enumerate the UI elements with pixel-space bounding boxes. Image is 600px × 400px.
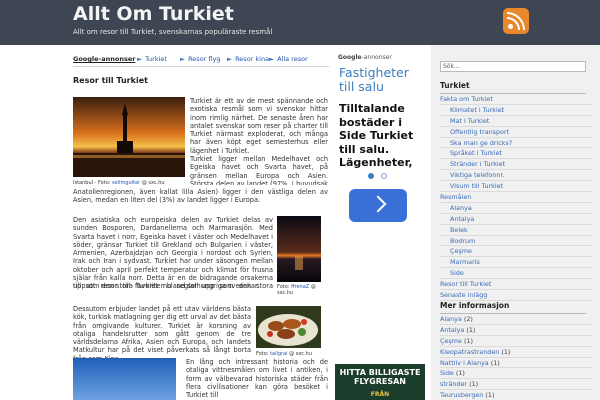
carousel-dot-active[interactable] (368, 173, 374, 179)
site-description: Allt om resor till Turkiet, svenskarnas … (73, 28, 273, 36)
tag-label[interactable]: Taurusbergen (440, 391, 483, 399)
tag-label[interactable]: Kleopatrastranden (440, 348, 499, 356)
sidebar-item[interactable]: Senaste inlägg (440, 290, 592, 301)
ad-block: Google-annonser Fastigheter till salu Ti… (335, 51, 425, 400)
sidebar-item[interactable]: Bodrum (440, 236, 592, 247)
ad-headline[interactable]: Fastigheter till salu (339, 66, 423, 94)
sidebar-item[interactable]: Visum till Turkiet (440, 181, 592, 193)
ad-link-turkiet[interactable]: ► Turkiet (137, 55, 167, 63)
sea-sunset-photo (277, 216, 321, 282)
ad-link-alla-resor[interactable]: ► Alla resor (269, 55, 308, 63)
tag-label[interactable]: Çeşme (440, 337, 462, 345)
sidebar-item[interactable]: Alanya (440, 203, 592, 214)
paragraph: Turkiet är ett av de mest spännande och … (190, 97, 328, 155)
sidebar-list-turkiet: Fakta om Turkiet Klimatet i Turkiet Mat i … (440, 94, 592, 301)
tag-label[interactable]: Side (440, 369, 454, 377)
sidebar-heading-mer-informasjon: Mer informasjon (440, 301, 510, 310)
tag-item[interactable]: stränder (1) (440, 379, 592, 391)
sidebar-item[interactable]: Resor till Turkiet (440, 279, 592, 291)
tag-count: (1) (501, 347, 511, 356)
photographer-link[interactable]: ffrenaZ (291, 284, 309, 290)
photo-caption: Foto: tallgrai @ sxc.hu (256, 351, 312, 357)
ad-links-bar: Google-annonser ► Turkiet ► Resor flyg ►… (73, 54, 328, 66)
tag-item[interactable]: Antalya (1) (440, 325, 592, 336)
sidebar-item[interactable]: Marmaris (440, 257, 592, 269)
sidebar-item[interactable]: Klimatet i Turkiet (440, 105, 592, 116)
tag-count: (1) (485, 391, 495, 400)
sidebar-item[interactable]: Belek (440, 225, 592, 236)
paragraph: Anatolienregionen, även kallat lilla Asi… (73, 188, 328, 205)
tag-count: (1) (463, 336, 473, 345)
tag-item[interactable]: Çeşme (1) (440, 336, 592, 347)
arrow-right-icon: ► (180, 55, 185, 63)
sidebar-item[interactable]: Resmålen (440, 192, 592, 203)
paragraph: Dessutom erbjuder landet på ett utav vär… (73, 305, 251, 363)
tag-count: (1) (490, 358, 500, 367)
sidebar-item[interactable]: Antalya (440, 214, 592, 225)
google-ads-label[interactable]: Google-annonser (73, 55, 135, 63)
ad-next-button[interactable] (349, 189, 407, 222)
tag-count: (2) (463, 315, 473, 323)
sidebar-item[interactable]: Çeşme (440, 246, 592, 258)
sidebar-item[interactable]: Viktiga telefonnr. (440, 170, 592, 182)
photographer-link[interactable]: tallgrai (270, 351, 288, 357)
arrow-right-icon: ► (269, 55, 274, 63)
sidebar-item[interactable]: Fakta om Turkiet (440, 94, 592, 105)
divider (73, 66, 329, 67)
tag-count: (1) (469, 380, 479, 389)
arrow-right-icon: ► (227, 55, 232, 63)
site-header: Allt Om Turkiet Allt om resor till Turki… (0, 0, 600, 45)
chevron-right-icon (369, 195, 387, 213)
tag-count: (1) (455, 369, 465, 378)
search-input[interactable]: Sök... (440, 61, 586, 72)
rss-icon[interactable] (503, 8, 529, 34)
left-gutter (0, 45, 63, 400)
tag-item[interactable]: Alanya (2) (440, 314, 592, 325)
sidebar-heading-turkiet: Turkiet (440, 81, 470, 90)
photographer-link[interactable]: selimgulter (112, 180, 140, 186)
sidebar-list-tags: Alanya (2) Antalya (1) Çeşme (1) Kleopatras… (440, 314, 592, 400)
tag-item[interactable]: Taurusbergen (1) (440, 390, 592, 400)
sky-photo (73, 358, 176, 400)
paragraph: Den asiatiska och europeiska delen av Tu… (73, 216, 273, 290)
tag-count: (1) (466, 325, 476, 334)
tag-label[interactable]: stränder (440, 380, 467, 388)
paragraph: En lång och intressant historia och de o… (186, 358, 328, 400)
carousel-dot[interactable] (381, 173, 387, 179)
ad-link-resor-kina[interactable]: ► Resor kina (227, 55, 269, 63)
tag-item[interactable]: Side (1) (440, 368, 592, 380)
arrow-right-icon: ► (137, 55, 142, 63)
sidebar-item[interactable]: Ska man ge dricks? (440, 138, 592, 149)
sidebar-item[interactable]: Stränder i Turkiet (440, 159, 592, 171)
sidebar-item[interactable]: Offentlig transport (440, 127, 592, 138)
google-ads-label[interactable]: Google-annonser (338, 54, 392, 61)
post-title[interactable]: Resor till Turkiet (73, 76, 148, 85)
paragraph: Turkiet ligger mellan Medelhavet och Ege… (190, 155, 328, 185)
photo-caption: Foto: ffrenaZ @ sxc.hu (277, 284, 316, 296)
tag-label[interactable]: Antalya (440, 326, 464, 334)
sidebar-item[interactable]: Mat i Turkiet (440, 116, 592, 127)
tag-label[interactable]: Alanya (440, 315, 462, 323)
food-photo (256, 306, 321, 348)
flight-banner-ad[interactable]: HITTA BILLIGASTE FLYGRESAN FRÅN (335, 364, 425, 400)
sidebar-item[interactable]: Språket i Turkiet (440, 148, 592, 160)
photo-caption: Istanbul - Foto: selimgulter @ sxc.hu (73, 180, 165, 186)
tag-item[interactable]: Nattliv i Alanya (1) (440, 358, 592, 369)
site-title[interactable]: Allt Om Turkiet (73, 3, 234, 25)
ad-link-resor-flyg[interactable]: ► Resor flyg (180, 55, 220, 63)
tag-item[interactable]: Kleopatrastranden (1) (440, 347, 592, 358)
tag-label[interactable]: Nattliv i Alanya (440, 359, 489, 367)
ad-body[interactable]: Tilltalande bostäder i Side Turkiet till… (339, 102, 423, 170)
paragraph: uppsom den stora favoriten bland solhung… (73, 282, 260, 290)
istanbul-photo (73, 97, 185, 177)
sidebar-item[interactable]: Side (440, 268, 592, 280)
